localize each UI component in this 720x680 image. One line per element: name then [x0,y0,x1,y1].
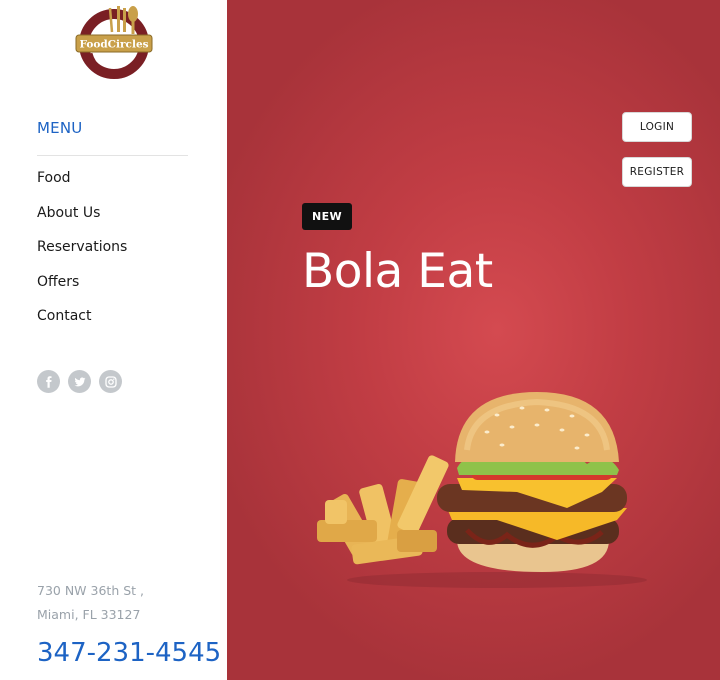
menu-divider [37,155,188,156]
register-button[interactable]: REGISTER [622,157,692,187]
twitter-button[interactable] [68,370,91,393]
address-line-2: Miami, FL 33127 [37,607,141,622]
nav-item-contact[interactable]: Contact [37,308,127,343]
nav-item-reservations[interactable]: Reservations [37,239,127,274]
address-line-1: 730 NW 36th St , [37,583,145,598]
nav-item-offers[interactable]: Offers [37,274,127,309]
nav-item-about-us[interactable]: About Us [37,205,127,240]
address: 730 NW 36th St , Miami, FL 33127 [37,579,144,627]
login-button[interactable]: LOGIN [622,112,692,142]
hero-section: LOGIN REGISTER NEW Bola Eat [227,0,720,680]
social-links [37,370,122,393]
fries-illustration [317,455,449,565]
new-badge: NEW [302,203,353,230]
facebook-icon [45,375,52,388]
logo-graphic: FoodCircles [75,6,153,79]
burger-and-fries-image [317,392,647,588]
instagram-button[interactable] [99,370,122,393]
twitter-icon [74,377,85,386]
hero-title: Bola Eat [302,244,493,299]
menu-heading: MENU [37,119,83,137]
sidebar: FoodCircles MENU Food About Us Reservati… [0,0,227,680]
sidebar-nav: Food About Us Reservations Offers Contac… [37,170,127,343]
page: FoodCircles MENU Food About Us Reservati… [0,0,720,680]
instagram-icon [104,375,117,388]
phone-number[interactable]: 347-231-4545 [37,638,221,668]
svg-text:FoodCircles: FoodCircles [79,39,148,51]
nav-item-food[interactable]: Food [37,170,127,205]
burger-illustration [437,392,627,572]
foodcircles-logo[interactable]: FoodCircles [74,2,154,80]
facebook-button[interactable] [37,370,60,393]
